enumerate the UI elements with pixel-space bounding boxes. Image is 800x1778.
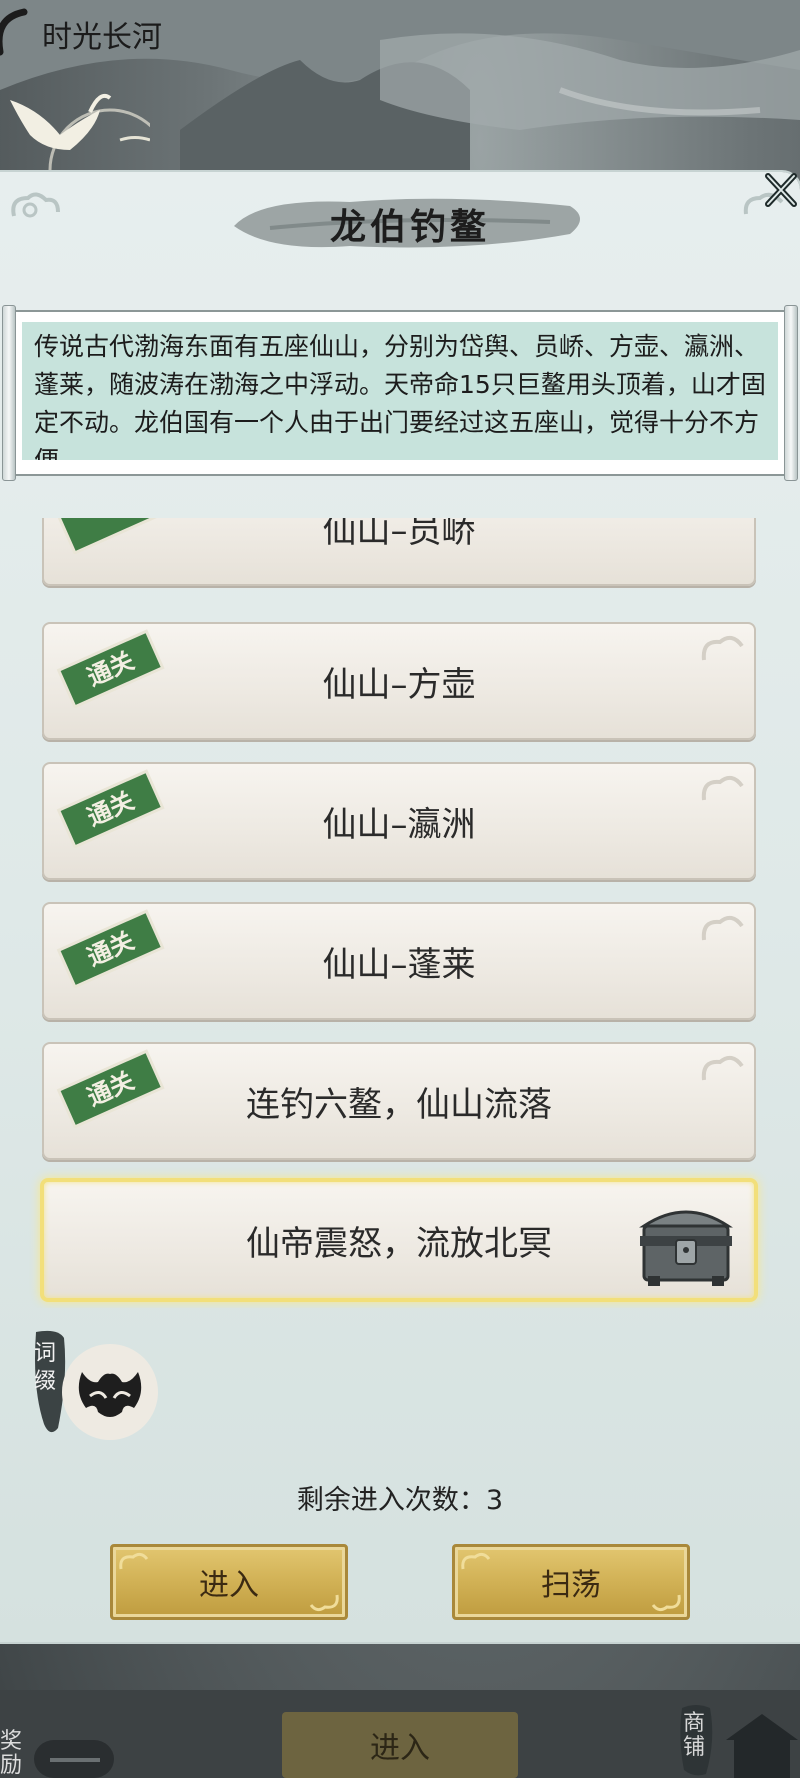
bottom-enter-label: 进入 bbox=[370, 1731, 430, 1766]
shop-tab-label: 商铺 bbox=[683, 1711, 706, 1760]
remaining-label: 剩余进入次数： bbox=[296, 1485, 486, 1516]
cloud-ornament-icon bbox=[651, 1594, 681, 1612]
page-title: 时光长河 bbox=[42, 20, 162, 55]
cleared-stamp-icon: 通关 bbox=[56, 769, 165, 848]
remaining-entries: 剩余进入次数：3 bbox=[0, 1478, 800, 1518]
stage-card[interactable]: 仙山–蓬莱 通关 bbox=[42, 902, 756, 1020]
description-text: 传说古代渤海东面有五座仙山，分别为岱舆、员峤、方壶、瀛洲、蓬莱，随波涛在渤海之中… bbox=[34, 332, 766, 460]
back-arrow-icon[interactable] bbox=[0, 8, 30, 56]
close-icon[interactable] bbox=[760, 168, 800, 212]
cleared-stamp-icon: 通关 bbox=[56, 1049, 165, 1128]
stage-card[interactable]: 连钓六鳌，仙山流落 通关 bbox=[42, 1042, 756, 1160]
crane-icon bbox=[10, 93, 150, 180]
stage-card[interactable]: 仙山–员峤 bbox=[42, 518, 756, 586]
treasure-chest-icon[interactable] bbox=[634, 1196, 738, 1288]
affix-label: 词缀 bbox=[33, 1341, 56, 1394]
sweep-label: 扫荡 bbox=[541, 1568, 601, 1603]
cleared-stamp-icon bbox=[56, 518, 165, 554]
stage-card[interactable]: 仙山–瀛洲 通关 bbox=[42, 762, 756, 880]
cleared-stamp-icon: 通关 bbox=[56, 629, 165, 708]
bottom-enter-button[interactable]: 进入 bbox=[282, 1712, 518, 1778]
top-bar: 时光长河 bbox=[0, 0, 800, 60]
stage-card-current[interactable]: 仙帝震怒，流放北冥 bbox=[40, 1178, 758, 1302]
scroll-rod-right bbox=[784, 305, 798, 481]
beast-mask-icon[interactable] bbox=[60, 1342, 160, 1442]
cloud-ornament-icon bbox=[11, 192, 60, 218]
remaining-count: 3 bbox=[485, 1485, 504, 1516]
cloud-ornament-icon bbox=[461, 1552, 491, 1570]
enter-button[interactable]: 进入 bbox=[110, 1544, 348, 1620]
cloud-ornament-icon bbox=[309, 1594, 339, 1612]
cleared-stamp-icon: 通关 bbox=[56, 909, 165, 988]
scroll-rod-left bbox=[2, 305, 16, 481]
stage-card[interactable]: 仙山–方壶 通关 bbox=[42, 622, 756, 740]
sweep-button[interactable]: 扫荡 bbox=[452, 1544, 690, 1620]
stage-list[interactable]: 仙山–员峤 仙山–方壶 通关 仙山–瀛洲 通关 仙山–蓬莱 通关 连钓六鳌，仙山… bbox=[26, 518, 790, 1308]
dialog-title: 龙伯钓鳌 bbox=[329, 206, 490, 248]
enter-label: 进入 bbox=[199, 1568, 259, 1603]
reward-tab-label: 奖励 bbox=[0, 1729, 23, 1778]
description-viewport[interactable]: 传说古代渤海东面有五座仙山，分别为岱舆、员峤、方壶、瀛洲、蓬莱，随波涛在渤海之中… bbox=[22, 322, 778, 460]
cloud-ornament-icon bbox=[119, 1552, 149, 1570]
